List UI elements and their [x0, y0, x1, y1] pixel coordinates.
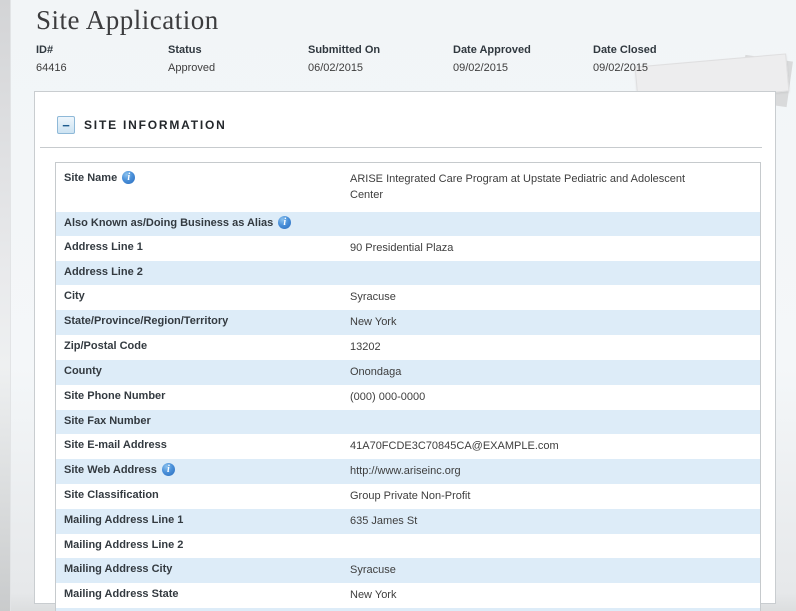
- row-value: New York: [350, 587, 722, 603]
- row-label: Also Known as/Doing Business as Alias i: [56, 216, 350, 231]
- row-value: http://www.ariseinc.org: [350, 463, 722, 479]
- row-label-text: Address Line 1: [64, 240, 143, 255]
- table-row: Mailing Address Line 1 635 James St: [56, 509, 760, 534]
- site-information-table: Site Name i ARISE Integrated Care Progra…: [55, 162, 761, 611]
- row-value: Group Private Non-Profit: [350, 488, 722, 504]
- summary-field: Submitted On 06/02/2015: [308, 44, 453, 75]
- table-row: Site E-mail Address 41A70FCDE3C70845CA@E…: [56, 434, 760, 459]
- row-label-text: Mailing Address Line 1: [64, 513, 183, 528]
- row-label: Site E-mail Address: [56, 438, 350, 453]
- section-divider: [40, 147, 762, 148]
- page-title: Site Application: [36, 5, 219, 36]
- table-row: Mailing Address State New York: [56, 583, 760, 608]
- row-label-text: Site Name: [64, 171, 117, 186]
- row-label: Mailing Address City: [56, 562, 350, 577]
- collapse-section-button[interactable]: −: [57, 116, 75, 134]
- summary-field-label: Date Approved: [453, 44, 593, 57]
- table-row: Site Classification Group Private Non-Pr…: [56, 484, 760, 509]
- table-row: City Syracuse: [56, 285, 760, 310]
- row-value: 90 Presidential Plaza: [350, 240, 722, 256]
- summary-field: ID# 64416: [36, 44, 168, 75]
- row-value: (000) 000-0000: [350, 389, 722, 405]
- summary-field-value: Approved: [168, 62, 308, 75]
- row-label: Site Phone Number: [56, 389, 350, 404]
- info-icon[interactable]: i: [278, 216, 291, 229]
- row-label-text: Mailing Address State: [64, 587, 179, 602]
- row-label: City: [56, 289, 350, 304]
- row-label: Site Fax Number: [56, 414, 350, 429]
- table-row: Mailing Address City Syracuse: [56, 558, 760, 583]
- table-row: County Onondaga: [56, 360, 760, 385]
- summary-field-label: Submitted On: [308, 44, 453, 57]
- summary-field-label: Date Closed: [593, 44, 736, 57]
- info-icon[interactable]: i: [122, 171, 135, 184]
- row-label: State/Province/Region/Territory: [56, 314, 350, 329]
- table-row: Address Line 1 90 Presidential Plaza: [56, 236, 760, 261]
- row-label-text: State/Province/Region/Territory: [64, 314, 228, 329]
- row-label-text: Site Phone Number: [64, 389, 165, 404]
- summary-field: Date Approved 09/02/2015: [453, 44, 593, 75]
- row-label: Site Name i: [56, 171, 350, 186]
- row-value: Syracuse: [350, 562, 722, 578]
- table-row: Address Line 2: [56, 261, 760, 285]
- row-value: 41A70FCDE3C70845CA@EXAMPLE.com: [350, 438, 722, 454]
- summary-field-value: 09/02/2015: [593, 62, 736, 75]
- row-label-text: Address Line 2: [64, 265, 143, 280]
- row-value: 635 James St: [350, 513, 722, 529]
- summary-field-value: 64416: [36, 62, 168, 75]
- summary-field-label: ID#: [36, 44, 168, 57]
- row-label-text: Site Fax Number: [64, 414, 151, 429]
- row-label-text: Zip/Postal Code: [64, 339, 147, 354]
- row-value: Syracuse: [350, 289, 722, 305]
- section-title: SITE INFORMATION: [84, 118, 227, 132]
- row-value: Onondaga: [350, 364, 722, 380]
- table-row: Site Fax Number: [56, 410, 760, 434]
- row-value: 13202: [350, 339, 722, 355]
- summary-field: Status Approved: [168, 44, 308, 75]
- table-row: State/Province/Region/Territory New York: [56, 310, 760, 335]
- row-label-text: City: [64, 289, 85, 304]
- row-label-text: Site Classification: [64, 488, 159, 503]
- row-label-text: Also Known as/Doing Business as Alias: [64, 216, 273, 231]
- row-label-text: Site E-mail Address: [64, 438, 167, 453]
- application-summary-bar: ID# 64416 Status Approved Submitted On 0…: [36, 44, 736, 75]
- table-row: Site Web Address i http://www.ariseinc.o…: [56, 459, 760, 484]
- row-value: ARISE Integrated Care Program at Upstate…: [350, 171, 722, 203]
- row-label-text: County: [64, 364, 102, 379]
- table-row: Site Name i ARISE Integrated Care Progra…: [56, 163, 760, 212]
- row-label: Site Web Address i: [56, 463, 350, 478]
- summary-field: Date Closed 09/02/2015: [593, 44, 736, 75]
- table-row: Also Known as/Doing Business as Alias i: [56, 212, 760, 236]
- row-label: Mailing Address State: [56, 587, 350, 602]
- row-label: Address Line 1: [56, 240, 350, 255]
- row-value: New York: [350, 314, 722, 330]
- summary-field-label: Status: [168, 44, 308, 57]
- site-information-section-header: − SITE INFORMATION: [35, 116, 775, 134]
- table-row: Zip/Postal Code 13202: [56, 335, 760, 360]
- application-panel: − SITE INFORMATION Site Name i ARISE Int…: [34, 91, 776, 604]
- row-label-text: Mailing Address Line 2: [64, 538, 183, 553]
- summary-field-value: 09/02/2015: [453, 62, 593, 75]
- row-label: County: [56, 364, 350, 379]
- row-label: Mailing Address Line 2: [56, 538, 350, 553]
- page-left-shadow: [0, 0, 11, 611]
- summary-field-value: 06/02/2015: [308, 62, 453, 75]
- row-label: Address Line 2: [56, 265, 350, 280]
- row-label: Site Classification: [56, 488, 350, 503]
- row-label-text: Mailing Address City: [64, 562, 172, 577]
- table-row: Mailing Address Line 2: [56, 534, 760, 558]
- info-icon[interactable]: i: [162, 463, 175, 476]
- row-label: Zip/Postal Code: [56, 339, 350, 354]
- table-row: Site Phone Number (000) 000-0000: [56, 385, 760, 410]
- row-label-text: Site Web Address: [64, 463, 157, 478]
- row-label: Mailing Address Line 1: [56, 513, 350, 528]
